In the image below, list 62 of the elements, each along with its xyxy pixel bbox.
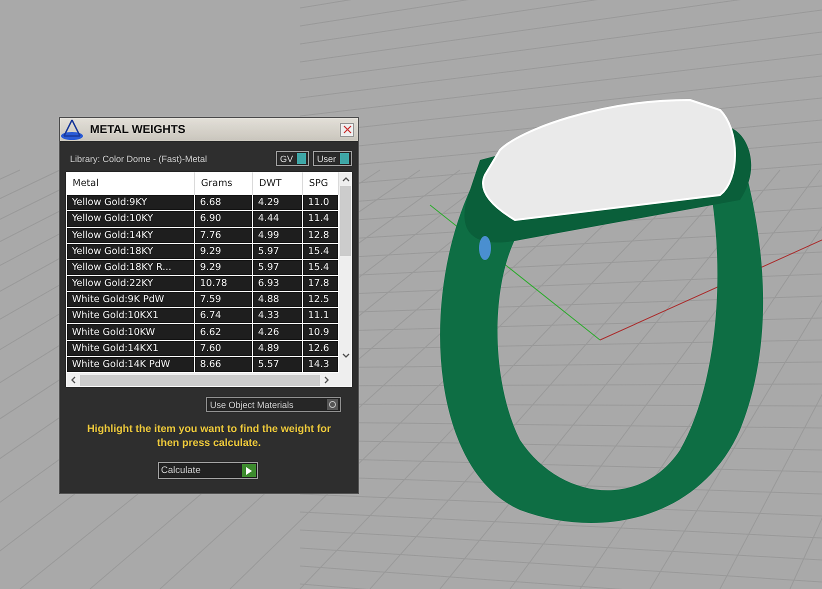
table-cell[interactable]: Yellow Gold:10KY (66, 210, 194, 228)
table-cell[interactable]: 6.62 (194, 324, 252, 340)
table-cell[interactable]: 11.4 (302, 210, 338, 228)
table-cell[interactable]: 11.0 (302, 194, 338, 211)
table-cell[interactable]: Yellow Gold:22KY (66, 276, 194, 292)
table-cell[interactable]: 4.29 (252, 194, 302, 211)
table-cell[interactable]: 7.60 (194, 340, 252, 356)
scroll-up-icon[interactable] (342, 176, 350, 182)
scroll-down-icon[interactable] (342, 353, 350, 359)
table-cell[interactable]: 9.29 (194, 259, 252, 276)
table-cell[interactable]: 6.93 (252, 276, 302, 292)
table-cell[interactable]: 4.26 (252, 324, 302, 340)
table-cell[interactable]: 12.5 (302, 292, 338, 308)
close-button[interactable] (340, 122, 354, 136)
calculate-button[interactable]: Calculate (158, 462, 258, 479)
table-cell[interactable]: 14.3 (302, 356, 338, 372)
panel-title: METAL WEIGHTS (90, 124, 186, 136)
table-cell[interactable]: 7.59 (194, 292, 252, 308)
table-cell[interactable]: Yellow Gold:14KY (66, 227, 194, 244)
table-cell[interactable]: 6.68 (194, 194, 252, 211)
table-cell[interactable]: 9.29 (194, 243, 252, 260)
table-cell[interactable]: 5.97 (252, 243, 302, 260)
table-cell[interactable]: 4.88 (252, 292, 302, 308)
table-cell[interactable]: 11.1 (302, 308, 338, 324)
play-icon (246, 466, 252, 474)
table-cell[interactable]: 12.8 (302, 227, 338, 244)
table-cell[interactable]: 4.33 (252, 308, 302, 324)
table-cell[interactable]: Yellow Gold:18KY (66, 243, 194, 260)
toggle-button[interactable]: User (312, 151, 352, 166)
library-label: Library: Color Dome - (Fast)-Metal (70, 154, 208, 164)
table-cell[interactable]: White Gold:14K PdW (66, 356, 194, 372)
table-cell[interactable]: 8.66 (194, 356, 252, 372)
table-cell[interactable]: 6.74 (194, 308, 252, 324)
pyramid-logo-icon (60, 118, 84, 141)
table-cell[interactable]: 17.8 (302, 276, 338, 292)
scroll-right-icon[interactable] (324, 376, 330, 384)
table-cell[interactable]: Yellow Gold:18KY R... (66, 259, 194, 276)
table-cell[interactable]: White Gold:10KX1 (66, 308, 194, 324)
close-icon (342, 125, 352, 134)
scrollbar-thumb[interactable] (80, 374, 320, 386)
table-cell[interactable]: 4.99 (252, 227, 302, 244)
table-cell[interactable]: 4.44 (252, 210, 302, 228)
scrollbar-thumb[interactable] (340, 186, 351, 256)
circle-icon (329, 401, 336, 408)
table-cell[interactable]: White Gold:10KW (66, 324, 194, 340)
table-cell[interactable]: 7.76 (194, 227, 252, 244)
table-cell[interactable]: 5.57 (252, 356, 302, 372)
toggle-button[interactable]: GV (276, 151, 309, 166)
table-cell[interactable]: 6.90 (194, 210, 252, 228)
table-cell[interactable]: 5.97 (252, 259, 302, 276)
table-cell[interactable]: 15.4 (302, 259, 338, 276)
table-cell[interactable]: 12.6 (302, 340, 338, 356)
table-cell[interactable]: White Gold:9K PdW (66, 292, 194, 308)
scroll-left-icon[interactable] (70, 376, 76, 384)
table-cell[interactable]: 15.4 (302, 243, 338, 260)
use-object-materials-toggle[interactable]: Use Object Materials (206, 397, 341, 412)
instruction-text: Highlight the item you want to find the weight for then press calculate. (86, 422, 332, 450)
table-cell[interactable]: White Gold:14KX1 (66, 340, 194, 356)
table-cell[interactable]: 10.78 (194, 276, 252, 292)
table-cell[interactable]: 4.89 (252, 340, 302, 356)
table-cell[interactable]: Yellow Gold:9KY (66, 194, 194, 211)
table-cell[interactable]: 10.9 (302, 324, 338, 340)
